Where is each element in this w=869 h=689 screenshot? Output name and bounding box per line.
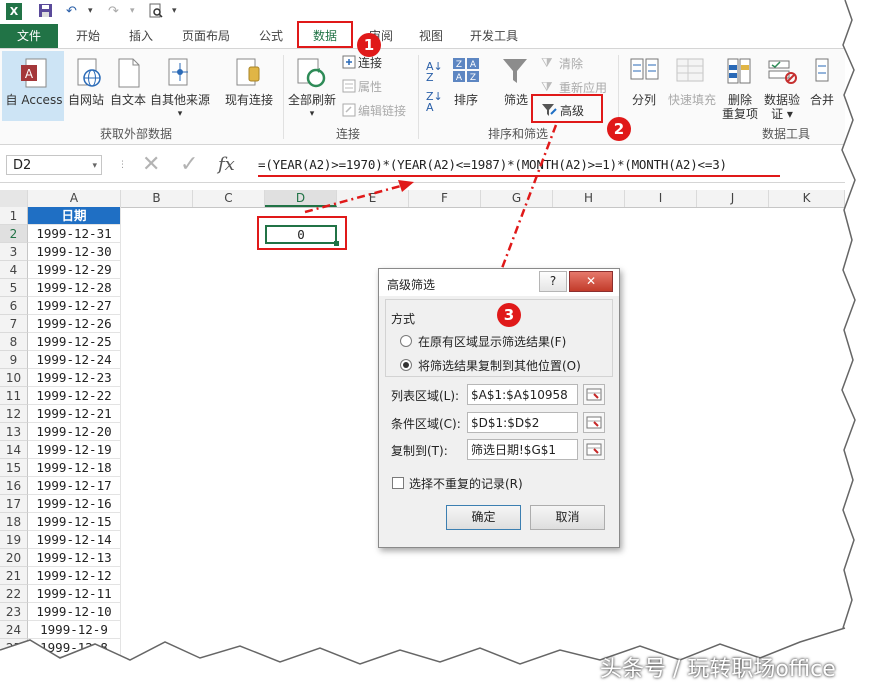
- watermark-text: 头条号 / 玩转职场office: [600, 657, 836, 682]
- torn-edge-decoration: [0, 0, 869, 689]
